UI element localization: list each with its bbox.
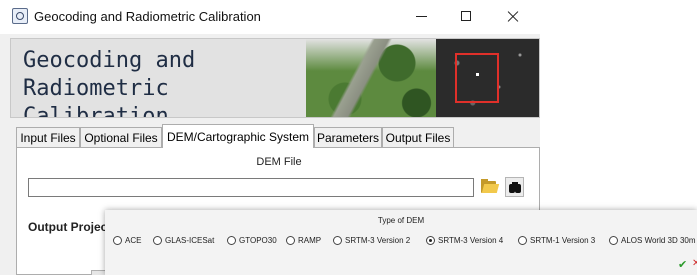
- dem-file-input[interactable]: [28, 178, 474, 197]
- tab-dem-cartographic-system[interactable]: DEM/Cartographic System: [162, 124, 314, 148]
- radio-circle[interactable]: [227, 236, 236, 245]
- window-title: Geocoding and Radiometric Calibration: [34, 9, 261, 24]
- dem-type-panel: Type of DEM ACE GLAS-ICESat GTOPO30 RAMP…: [105, 210, 697, 275]
- folder-icon[interactable]: [481, 179, 500, 194]
- app-icon: [12, 8, 28, 24]
- aerial-photo-image: [306, 39, 436, 117]
- tab-parameters[interactable]: Parameters: [314, 127, 382, 147]
- tab-optional-files[interactable]: Optional Files: [80, 127, 162, 147]
- radio-circle[interactable]: [609, 236, 618, 245]
- radio-label: SRTM-3 Version 2: [345, 236, 411, 245]
- radio-label: ALOS World 3D 30m: [621, 236, 696, 245]
- binoculars-icon[interactable]: [505, 177, 524, 197]
- target-point: [476, 73, 479, 76]
- minimize-button[interactable]: [408, 6, 434, 26]
- radio-circle[interactable]: [286, 236, 295, 245]
- title-bar: Geocoding and Radiometric Calibration: [0, 0, 540, 34]
- radio-label: SRTM-1 Version 3: [530, 236, 596, 245]
- ok-check-icon[interactable]: ✔: [678, 258, 687, 271]
- maximize-button[interactable]: [453, 6, 479, 26]
- sar-image: [436, 39, 539, 117]
- radio-label: GTOPO30: [239, 236, 277, 245]
- selection-box: [455, 53, 499, 103]
- header-banner: Geocoding and Radiometric Calibration: [10, 38, 540, 118]
- tab-input-files[interactable]: Input Files: [16, 127, 80, 147]
- dem-file-label: DEM File: [256, 156, 302, 168]
- dem-type-label: Type of DEM: [377, 216, 425, 225]
- radio-circle[interactable]: [113, 236, 122, 245]
- radio-circle[interactable]: [333, 236, 342, 245]
- tab-output-files[interactable]: Output Files: [382, 127, 454, 147]
- close-button[interactable]: [500, 6, 526, 26]
- radio-label: SRTM-3 Version 4: [438, 236, 504, 245]
- radio-circle[interactable]: [518, 236, 527, 245]
- banner-title: Geocoding and Radiometric Calibration: [23, 48, 196, 118]
- radio-circle[interactable]: [153, 236, 162, 245]
- radio-label: ACE: [125, 236, 142, 245]
- radio-circle-selected[interactable]: [426, 236, 435, 245]
- cancel-x-icon[interactable]: ✕: [692, 258, 697, 269]
- radio-label: RAMP: [298, 236, 322, 245]
- output-projection-label: Output Projec: [28, 220, 108, 234]
- radio-label: GLAS-ICESat: [165, 236, 215, 245]
